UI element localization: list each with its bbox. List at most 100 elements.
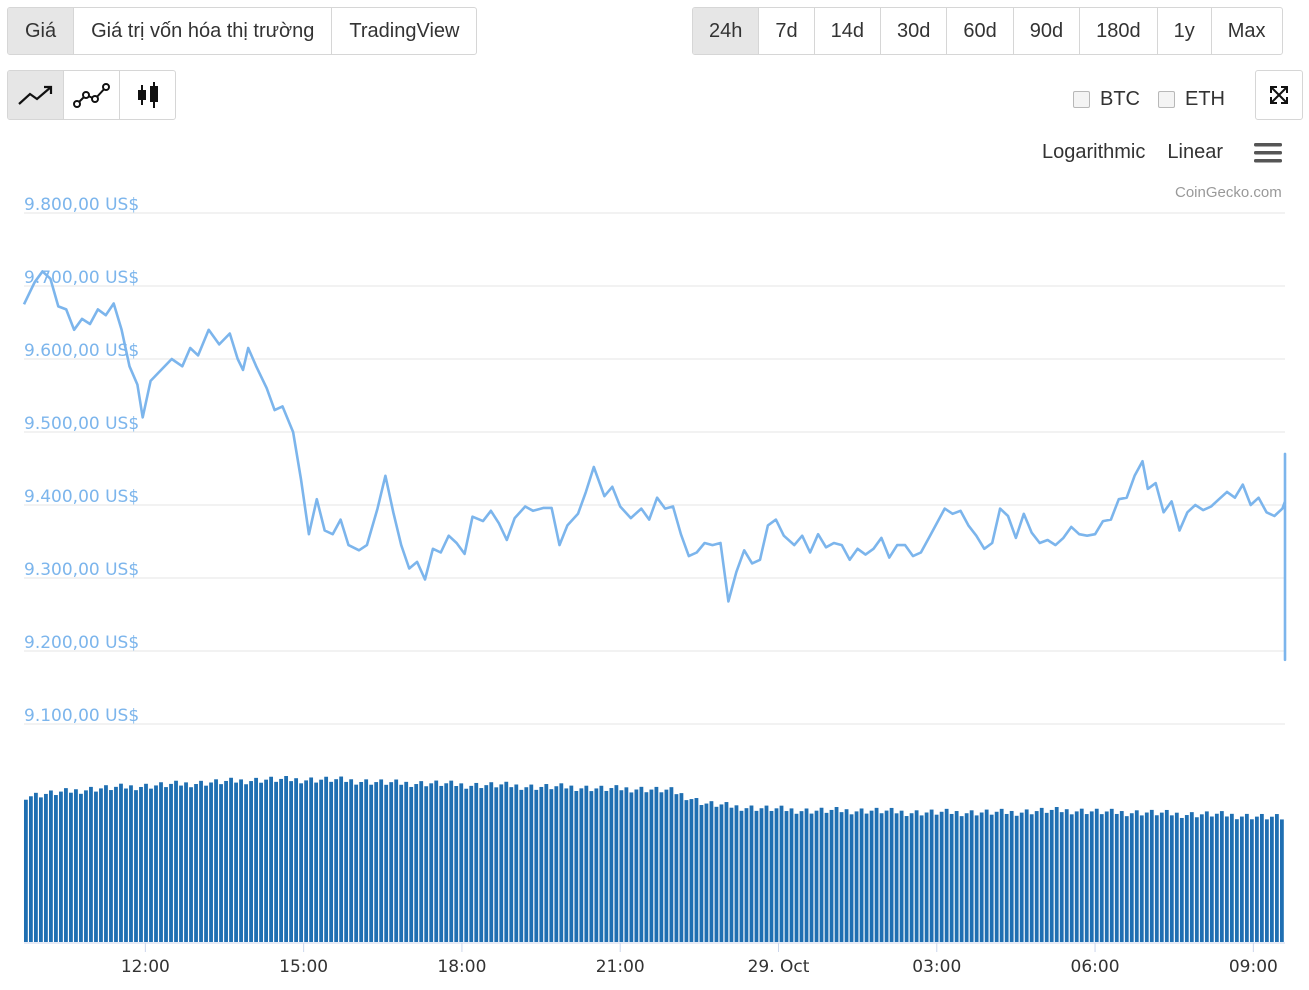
volume-bar xyxy=(824,812,829,942)
volume-bar xyxy=(1114,813,1119,942)
volume-bar xyxy=(1179,817,1184,942)
volume-bar xyxy=(529,784,534,942)
y-tick-label: 9.100,00 US$ xyxy=(24,706,139,726)
volume-bar xyxy=(669,787,674,942)
volume-bar xyxy=(519,789,524,942)
volume-bar xyxy=(214,779,218,942)
volume-bar xyxy=(99,788,103,942)
volume-bar xyxy=(54,795,58,942)
volume-bar xyxy=(779,805,784,942)
volume-bar xyxy=(1254,816,1259,942)
volume-bar xyxy=(604,790,609,942)
volume-bar xyxy=(159,782,163,942)
volume-bar xyxy=(1264,819,1269,942)
volume-bar xyxy=(549,789,554,942)
y-tick-label: 9.600,00 US$ xyxy=(24,341,139,361)
volume-bar xyxy=(1219,811,1224,942)
volume-bar xyxy=(864,813,869,942)
volume-bar xyxy=(914,810,919,942)
volume-bar xyxy=(149,788,153,942)
volume-bar xyxy=(704,803,709,942)
volume-bar xyxy=(589,791,594,942)
volume-bar xyxy=(1259,813,1264,942)
volume-bar xyxy=(609,788,614,942)
volume-bar xyxy=(1014,815,1019,942)
volume-bar xyxy=(249,781,253,942)
volume-bar xyxy=(154,785,158,942)
volume-bar xyxy=(39,797,43,942)
volume-bar xyxy=(894,813,899,942)
volume-bar xyxy=(1134,810,1139,942)
volume-bar xyxy=(954,811,959,942)
volume-bar xyxy=(174,780,178,942)
volume-bar xyxy=(1280,819,1284,942)
volume-bar xyxy=(1214,813,1219,942)
volume-bar xyxy=(1274,814,1279,942)
volume-bar xyxy=(204,785,208,942)
volume-bar xyxy=(1169,815,1174,942)
volume-bar xyxy=(789,808,794,942)
volume-bar xyxy=(554,786,559,942)
volume-bar xyxy=(274,781,278,942)
volume-bar xyxy=(634,789,639,942)
volume-bar xyxy=(1044,812,1049,942)
volume-bar xyxy=(729,807,734,942)
volume-bar xyxy=(639,786,644,942)
volume-bar xyxy=(944,808,949,942)
volume-bar xyxy=(814,810,819,942)
volume-bar xyxy=(929,809,934,942)
volume-bar xyxy=(1009,810,1014,942)
volume-bar xyxy=(1119,811,1124,942)
volume-bar xyxy=(24,799,28,942)
volume-bar xyxy=(984,809,989,942)
volume-bar xyxy=(829,809,834,942)
volume-bar xyxy=(1189,812,1194,942)
volume-bar xyxy=(679,793,684,942)
volume-bar xyxy=(624,787,629,942)
volume-bar xyxy=(1099,814,1104,942)
volume-bar xyxy=(429,783,434,942)
volume-bar xyxy=(239,779,243,942)
volume-bar xyxy=(129,785,133,942)
volume-bar xyxy=(1244,813,1249,942)
volume-bar xyxy=(259,782,263,942)
volume-bar xyxy=(774,808,779,942)
volume-bar xyxy=(419,781,424,942)
volume-bar xyxy=(1164,809,1169,942)
volume-bar xyxy=(684,800,689,942)
volume-bar xyxy=(924,812,929,942)
volume-bar xyxy=(389,782,394,942)
volume-bar xyxy=(969,810,974,942)
volume-bar xyxy=(579,788,584,942)
volume-bar xyxy=(279,778,283,942)
volume-bar xyxy=(734,805,739,942)
volume-bar xyxy=(994,811,999,942)
volume-bar xyxy=(1104,811,1109,942)
volume-bar xyxy=(79,793,83,942)
volume-bar xyxy=(104,785,108,942)
volume-bar xyxy=(1224,816,1229,942)
volume-bar xyxy=(339,776,344,942)
volume-bar xyxy=(354,784,359,942)
volume-bar xyxy=(119,783,123,942)
volume-bar xyxy=(399,784,404,942)
volume-bar xyxy=(379,779,384,942)
volume-bar xyxy=(244,784,248,942)
volume-bar xyxy=(34,792,38,942)
volume-bar xyxy=(524,787,529,942)
volume-bar xyxy=(544,784,549,942)
volume-bar xyxy=(59,791,63,942)
volume-bar xyxy=(219,784,223,942)
volume-bar xyxy=(454,786,459,942)
x-tick-label: 29. Oct xyxy=(748,957,810,977)
volume-bar xyxy=(344,781,349,942)
volume-bar xyxy=(594,788,599,942)
volume-bar xyxy=(29,796,33,942)
volume-bar xyxy=(69,792,73,942)
volume-bar xyxy=(1239,816,1244,942)
volume-bar xyxy=(484,785,489,942)
volume-bar xyxy=(754,810,759,942)
price-chart: 9.800,00 US$ 9.700,00 US$ 9.600,00 US$ 9.50… xyxy=(22,195,1287,977)
volume-bar xyxy=(919,815,924,942)
x-tick-label: 15:00 xyxy=(279,957,328,977)
